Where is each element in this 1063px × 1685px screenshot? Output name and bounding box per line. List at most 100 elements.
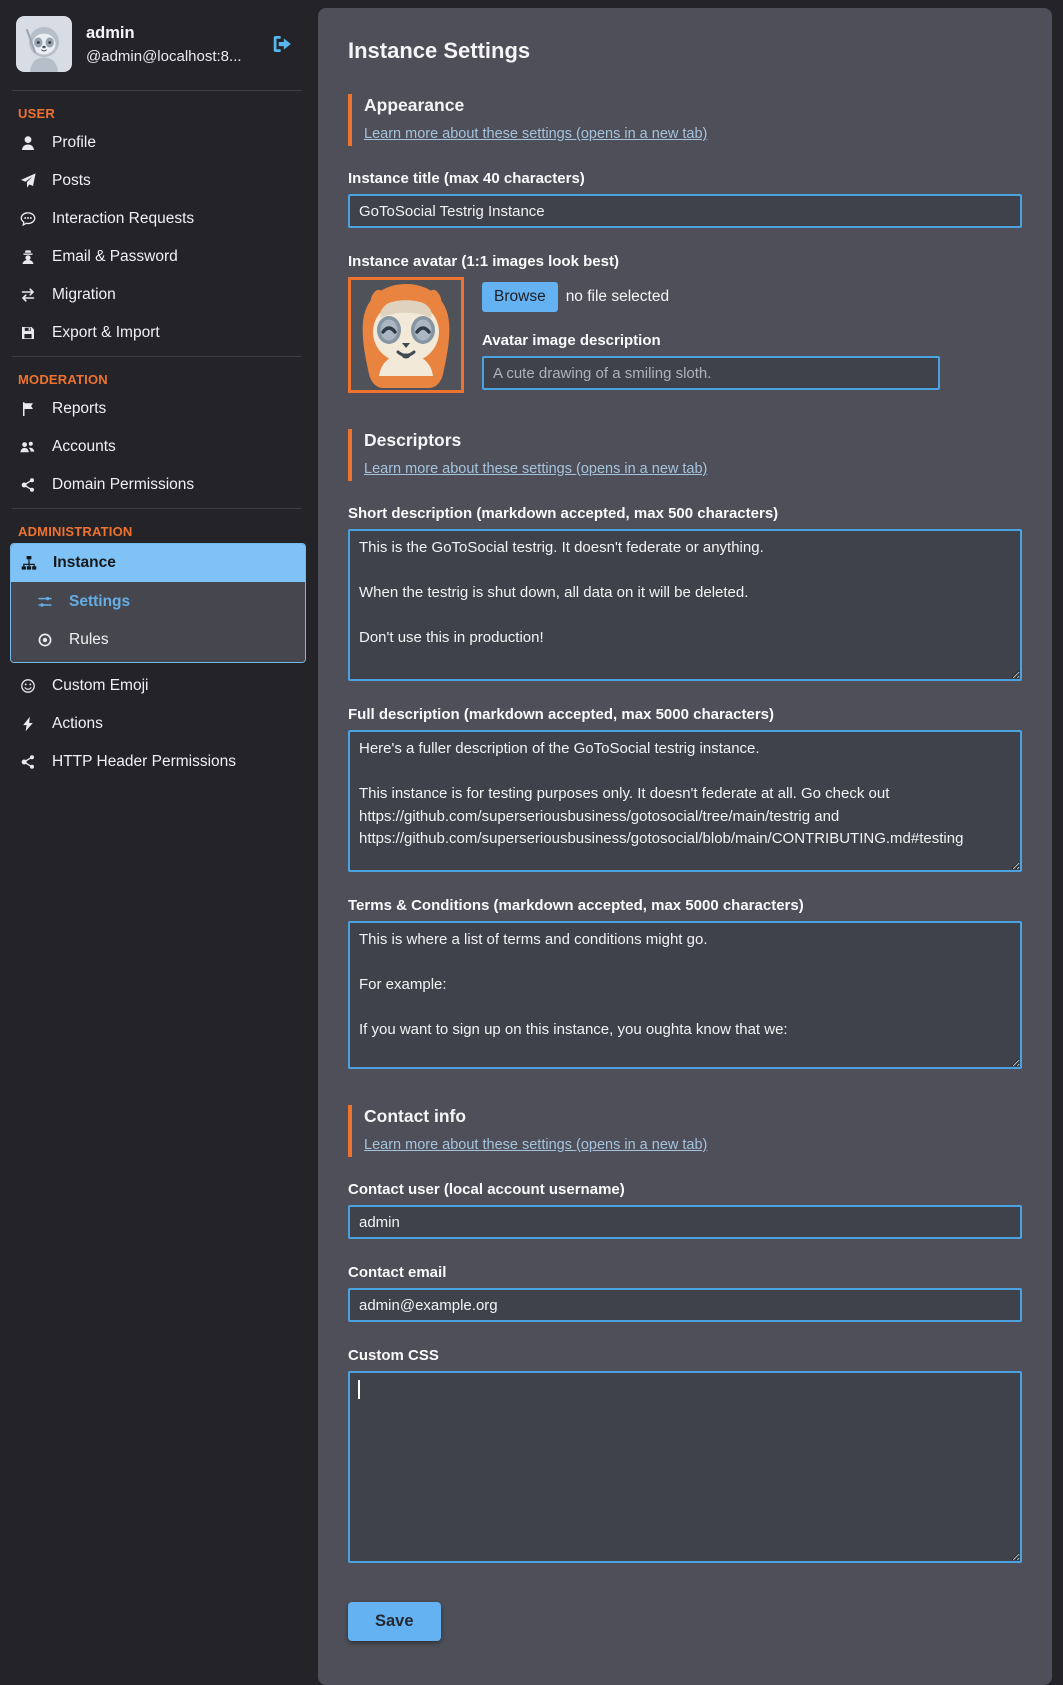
share-nodes-icon: [18, 754, 37, 771]
share-nodes-icon: [18, 477, 37, 494]
sidebar-section-moderation: MODERATION: [18, 372, 308, 387]
flag-icon: [18, 401, 37, 418]
sidebar-item-label: Posts: [52, 172, 91, 190]
field-label: Instance title (max 40 characters): [348, 170, 1022, 187]
section-title: Descriptors: [364, 430, 1022, 451]
sidebar-item-rules[interactable]: Rules: [11, 621, 305, 659]
sidebar-item-label: HTTP Header Permissions: [52, 753, 236, 771]
sidebar-item-posts[interactable]: Posts: [10, 162, 308, 200]
full-description-textarea[interactable]: [348, 730, 1022, 872]
sidebar-item-interaction-requests[interactable]: Interaction Requests: [10, 200, 308, 238]
sidebar-item-label: Accounts: [52, 438, 116, 456]
sidebar-item-label: Interaction Requests: [52, 210, 194, 228]
sidebar-item-profile[interactable]: Profile: [10, 124, 308, 162]
user-card: admin @admin@localhost:8...: [10, 10, 308, 86]
contact-email-input[interactable]: [348, 1288, 1022, 1322]
section-contact-info: Contact info Learn more about these sett…: [348, 1105, 1022, 1157]
instance-title-input[interactable]: [348, 194, 1022, 228]
sidebar-item-label: Profile: [52, 134, 96, 152]
field-contact-email: Contact email: [348, 1264, 1022, 1322]
instance-avatar-preview: [348, 277, 464, 393]
user-secret-icon: [18, 249, 37, 266]
sidebar-item-label: Settings: [69, 593, 130, 611]
learn-more-link[interactable]: Learn more about these settings (opens i…: [364, 1137, 707, 1153]
text-cursor: [358, 1380, 360, 1399]
field-label: Contact user (local account username): [348, 1181, 1022, 1198]
field-label: Terms & Conditions (markdown accepted, m…: [348, 897, 1022, 914]
sidebar-item-label: Rules: [69, 631, 109, 649]
sidebar-item-export-import[interactable]: Export & Import: [10, 314, 308, 352]
section-descriptors: Descriptors Learn more about these setti…: [348, 429, 1022, 481]
sidebar-item-label: Custom Emoji: [52, 677, 148, 695]
field-full-description: Full description (markdown accepted, max…: [348, 706, 1022, 872]
avatar-description-input[interactable]: [482, 356, 940, 390]
sidebar-item-domain-permissions[interactable]: Domain Permissions: [10, 466, 308, 504]
sidebar-section-user: USER: [18, 106, 308, 121]
exchange-arrows-icon: [18, 287, 37, 304]
field-label: Contact email: [348, 1264, 1022, 1281]
field-instance-avatar: Instance avatar (1:1 images look best): [348, 253, 1022, 393]
short-description-textarea[interactable]: [348, 529, 1022, 681]
field-short-description: Short description (markdown accepted, ma…: [348, 505, 1022, 681]
sidebar-item-label: Email & Password: [52, 248, 178, 266]
sidebar-item-label: Instance: [53, 554, 116, 572]
divider: [12, 90, 302, 91]
field-label: Instance avatar (1:1 images look best): [348, 253, 1022, 270]
circle-dot-icon: [35, 632, 54, 649]
sidebar-item-label: Actions: [52, 715, 103, 733]
section-title: Contact info: [364, 1106, 1022, 1127]
instance-settings-panel: Instance Settings Appearance Learn more …: [318, 8, 1052, 1685]
instance-nav-group: Instance Settings Rules: [10, 543, 306, 663]
terms-textarea[interactable]: [348, 921, 1022, 1069]
user-icon: [18, 135, 37, 152]
sidebar-item-http-header-permissions[interactable]: HTTP Header Permissions: [10, 743, 308, 781]
learn-more-link[interactable]: Learn more about these settings (opens i…: [364, 126, 707, 142]
sidebar-item-accounts[interactable]: Accounts: [10, 428, 308, 466]
sidebar-item-reports[interactable]: Reports: [10, 390, 308, 428]
paper-plane-icon: [18, 173, 37, 190]
divider: [12, 356, 302, 357]
user-avatar: [16, 16, 72, 72]
save-button[interactable]: Save: [348, 1602, 441, 1641]
field-label: Avatar image description: [482, 332, 1022, 349]
field-terms: Terms & Conditions (markdown accepted, m…: [348, 897, 1022, 1069]
section-title: Appearance: [364, 95, 1022, 116]
page-title: Instance Settings: [348, 38, 1022, 64]
smiley-icon: [18, 678, 37, 695]
field-contact-user: Contact user (local account username): [348, 1181, 1022, 1239]
sidebar-item-instance[interactable]: Instance: [11, 544, 305, 582]
field-label: Custom CSS: [348, 1347, 1022, 1364]
sidebar: admin @admin@localhost:8... USER Profile…: [0, 0, 312, 781]
instance-submenu: Settings Rules: [11, 582, 305, 662]
divider: [12, 508, 302, 509]
field-avatar-description: Avatar image description: [482, 332, 1022, 390]
sidebar-item-custom-emoji[interactable]: Custom Emoji: [10, 667, 308, 705]
sidebar-item-label: Domain Permissions: [52, 476, 194, 494]
users-icon: [18, 439, 37, 456]
field-instance-title: Instance title (max 40 characters): [348, 170, 1022, 228]
sidebar-item-label: Export & Import: [52, 324, 160, 342]
learn-more-link[interactable]: Learn more about these settings (opens i…: [364, 461, 707, 477]
field-label: Full description (markdown accepted, max…: [348, 706, 1022, 723]
contact-user-input[interactable]: [348, 1205, 1022, 1239]
file-status-text: no file selected: [566, 288, 669, 306]
sidebar-item-migration[interactable]: Migration: [10, 276, 308, 314]
logout-icon[interactable]: [270, 33, 294, 55]
sidebar-item-label: Reports: [52, 400, 106, 418]
custom-css-textarea[interactable]: [348, 1371, 1022, 1563]
user-handle: @admin@localhost:8...: [86, 48, 242, 65]
browse-button[interactable]: Browse: [482, 282, 558, 312]
sidebar-item-label: Migration: [52, 286, 116, 304]
floppy-disk-icon: [18, 325, 37, 342]
sidebar-item-settings[interactable]: Settings: [11, 583, 305, 621]
sitemap-icon: [19, 555, 38, 572]
sidebar-item-email-password[interactable]: Email & Password: [10, 238, 308, 276]
user-name: admin: [86, 24, 242, 43]
sidebar-item-actions[interactable]: Actions: [10, 705, 308, 743]
bolt-icon: [18, 716, 37, 733]
comment-dots-icon: [18, 211, 37, 228]
field-label: Short description (markdown accepted, ma…: [348, 505, 1022, 522]
field-custom-css: Custom CSS: [348, 1347, 1022, 1563]
sidebar-section-administration: ADMINISTRATION: [18, 524, 308, 539]
section-appearance: Appearance Learn more about these settin…: [348, 94, 1022, 146]
